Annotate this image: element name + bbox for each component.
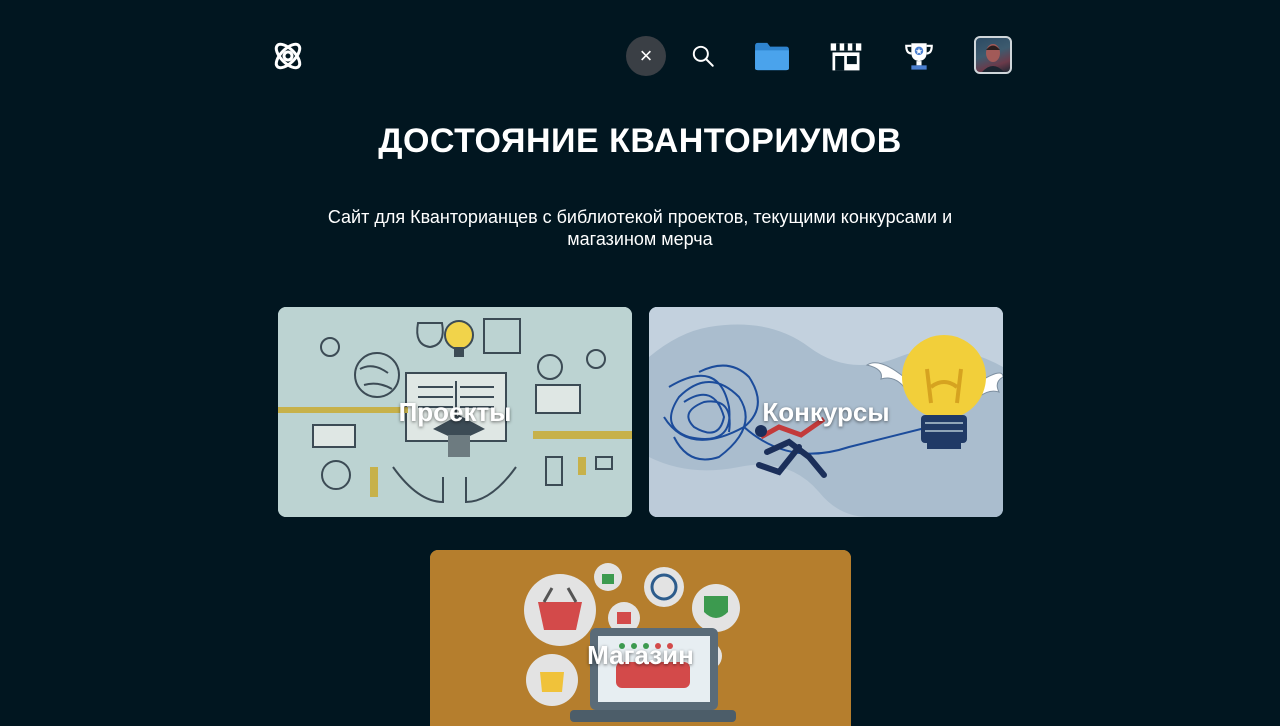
- subtitle-line-2: магазином мерча: [567, 229, 713, 249]
- folder-button[interactable]: [752, 36, 792, 76]
- shop-label: Магазин: [587, 639, 694, 670]
- shop-illustration: [430, 550, 851, 726]
- projects-card[interactable]: Проекты: [278, 307, 632, 517]
- trophy-icon: [905, 43, 933, 70]
- atom-logo-icon[interactable]: [268, 36, 308, 76]
- search-icon: [692, 45, 714, 67]
- user-photo-icon: [982, 44, 1004, 72]
- shop-card[interactable]: Магазин: [430, 550, 851, 726]
- shop-icon: [830, 43, 862, 71]
- close-icon: ×: [639, 43, 653, 68]
- page: × ДОСТОЯНИЕ КВАНТОРИУМОВ Сайт для Кванто…: [0, 0, 1280, 726]
- search-button[interactable]: [683, 36, 723, 76]
- shop-button[interactable]: [826, 36, 866, 76]
- avatar[interactable]: [974, 36, 1012, 74]
- close-button[interactable]: ×: [626, 36, 666, 76]
- contests-card[interactable]: Конкурсы: [649, 307, 1003, 517]
- subtitle-line-1: Сайт для Кванторианцев с библиотекой про…: [327, 207, 953, 227]
- projects-label: Проекты: [398, 396, 512, 427]
- folder-icon: [755, 42, 789, 71]
- page-subtitle: Сайт для Кванторианцев с библиотекой про…: [260, 206, 1020, 250]
- contests-label: Конкурсы: [762, 396, 890, 427]
- page-title: ДОСТОЯНИЕ КВАНТОРИУМОВ: [378, 122, 902, 160]
- trophy-button[interactable]: [899, 36, 939, 76]
